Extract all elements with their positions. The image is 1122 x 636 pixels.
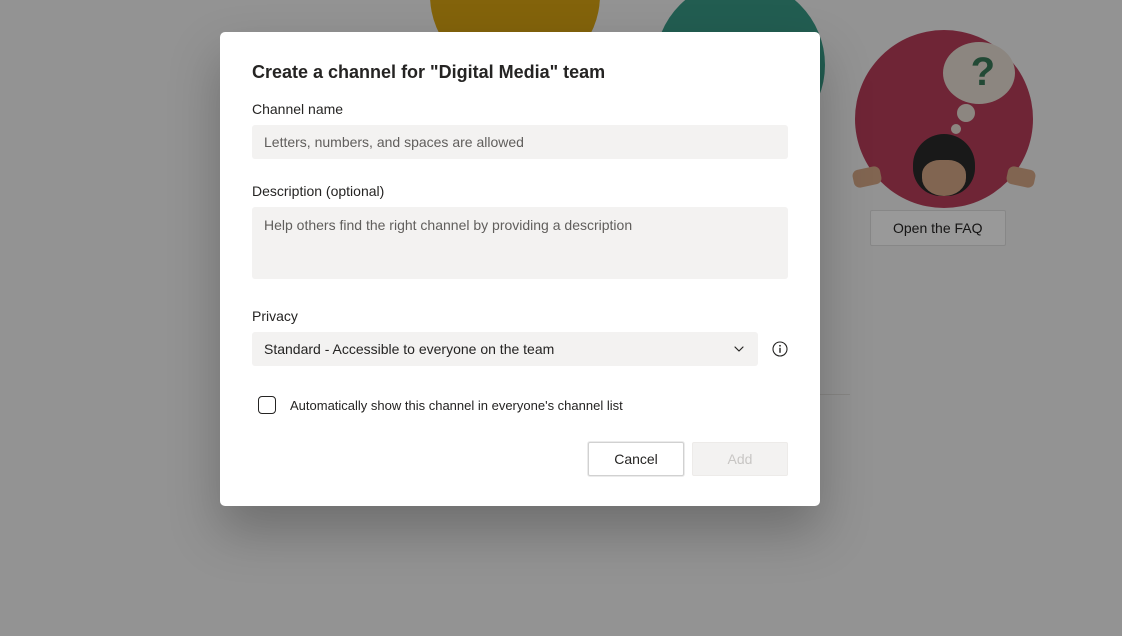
dialog-title: Create a channel for "Digital Media" tea… <box>252 62 788 83</box>
channel-name-field-group: Channel name <box>252 101 788 159</box>
privacy-label: Privacy <box>252 308 788 324</box>
description-input[interactable] <box>252 207 788 279</box>
create-channel-dialog: Create a channel for "Digital Media" tea… <box>220 32 820 506</box>
channel-name-input[interactable] <box>252 125 788 159</box>
auto-show-checkbox[interactable] <box>258 396 276 414</box>
description-field-group: Description (optional) <box>252 183 788 284</box>
description-label: Description (optional) <box>252 183 788 199</box>
dialog-actions: Cancel Add <box>252 442 788 476</box>
privacy-field-group: Privacy Standard - Accessible to everyon… <box>252 308 788 366</box>
add-button[interactable]: Add <box>692 442 788 476</box>
auto-show-row: Automatically show this channel in every… <box>258 396 788 414</box>
cancel-button[interactable]: Cancel <box>588 442 684 476</box>
chevron-down-icon <box>732 342 746 356</box>
channel-name-label: Channel name <box>252 101 788 117</box>
auto-show-label: Automatically show this channel in every… <box>290 398 623 413</box>
privacy-selected-value: Standard - Accessible to everyone on the… <box>264 341 554 357</box>
info-icon[interactable] <box>772 341 788 357</box>
privacy-dropdown[interactable]: Standard - Accessible to everyone on the… <box>252 332 758 366</box>
